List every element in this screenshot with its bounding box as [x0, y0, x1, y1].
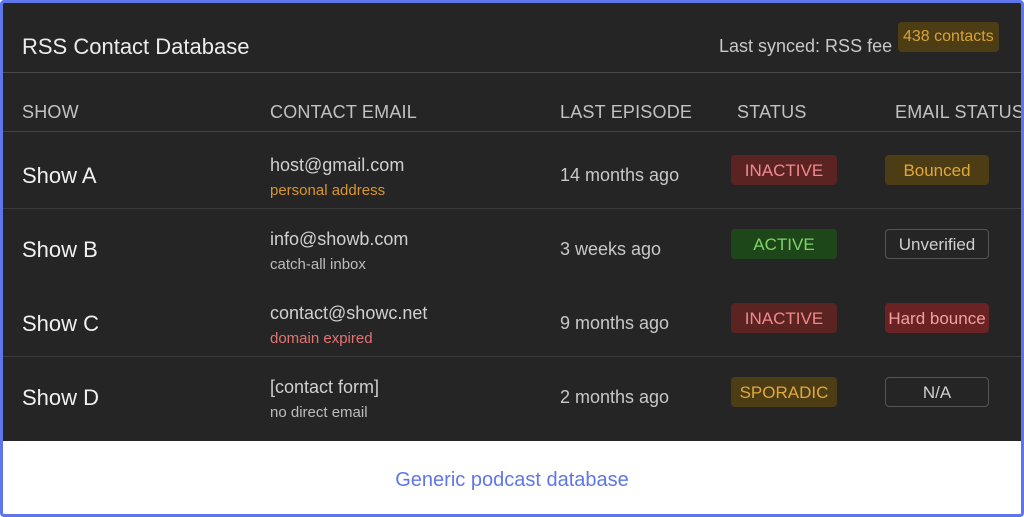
status-badge: ACTIVE — [731, 229, 837, 259]
panel-header: RSS Contact Database Last synced: RSS fe… — [3, 3, 1021, 73]
contacts-count-badge: 438 contacts — [898, 22, 999, 52]
show-name: Show D — [22, 385, 100, 410]
header-divider — [3, 131, 1021, 132]
sync-status-text: Last synced: RSS fee — [719, 36, 893, 56]
last-episode: 2 months ago — [560, 387, 670, 407]
contact-email: info@showb.com — [270, 229, 409, 249]
last-episode: 3 weeks ago — [560, 239, 662, 259]
email-status-badge: Bounced — [885, 155, 989, 185]
table-row[interactable]: Show D [contact form] no direct email 2 … — [3, 357, 1021, 431]
contact-database-panel: RSS Contact Database Last synced: RSS fe… — [3, 3, 1021, 441]
table-row[interactable]: Show B info@showb.com catch-all inbox 3 … — [3, 209, 1021, 283]
last-episode: 9 months ago — [560, 313, 670, 333]
status-badge: SPORADIC — [731, 377, 837, 407]
status-badge: INACTIVE — [731, 303, 837, 333]
column-header-contact-email[interactable]: CONTACT EMAIL — [270, 102, 417, 123]
show-name: Show B — [22, 237, 98, 262]
last-episode: 14 months ago — [560, 165, 680, 185]
contact-email: host@gmail.com — [270, 155, 405, 175]
column-header-email-status[interactable]: EMAIL STATUS — [895, 102, 1021, 123]
email-status-badge: N/A — [885, 377, 989, 407]
column-header-show[interactable]: SHOW — [22, 102, 79, 123]
table-row[interactable]: Show C contact@showc.net domain expired … — [3, 283, 1021, 357]
contact-email: [contact form] — [270, 377, 380, 397]
email-note: personal address — [270, 182, 386, 199]
email-note: domain expired — [270, 330, 373, 347]
page-title: RSS Contact Database — [22, 34, 250, 59]
show-name: Show A — [22, 163, 97, 188]
screenshot-frame: RSS Contact Database Last synced: RSS fe… — [0, 0, 1024, 517]
contact-email: contact@showc.net — [270, 303, 428, 323]
email-note: catch-all inbox — [270, 256, 366, 273]
email-note: no direct email — [270, 404, 368, 421]
column-header-last-episode[interactable]: LAST EPISODE — [560, 102, 692, 123]
email-status-badge: Unverified — [885, 229, 989, 259]
status-badge: INACTIVE — [731, 155, 837, 185]
show-name: Show C — [22, 311, 100, 336]
column-header-status[interactable]: STATUS — [737, 102, 807, 123]
footer-caption: Generic podcast database — [395, 469, 629, 491]
table-row[interactable]: Show A host@gmail.com personal address 1… — [3, 135, 1021, 209]
email-status-badge: Hard bounce — [885, 303, 989, 333]
